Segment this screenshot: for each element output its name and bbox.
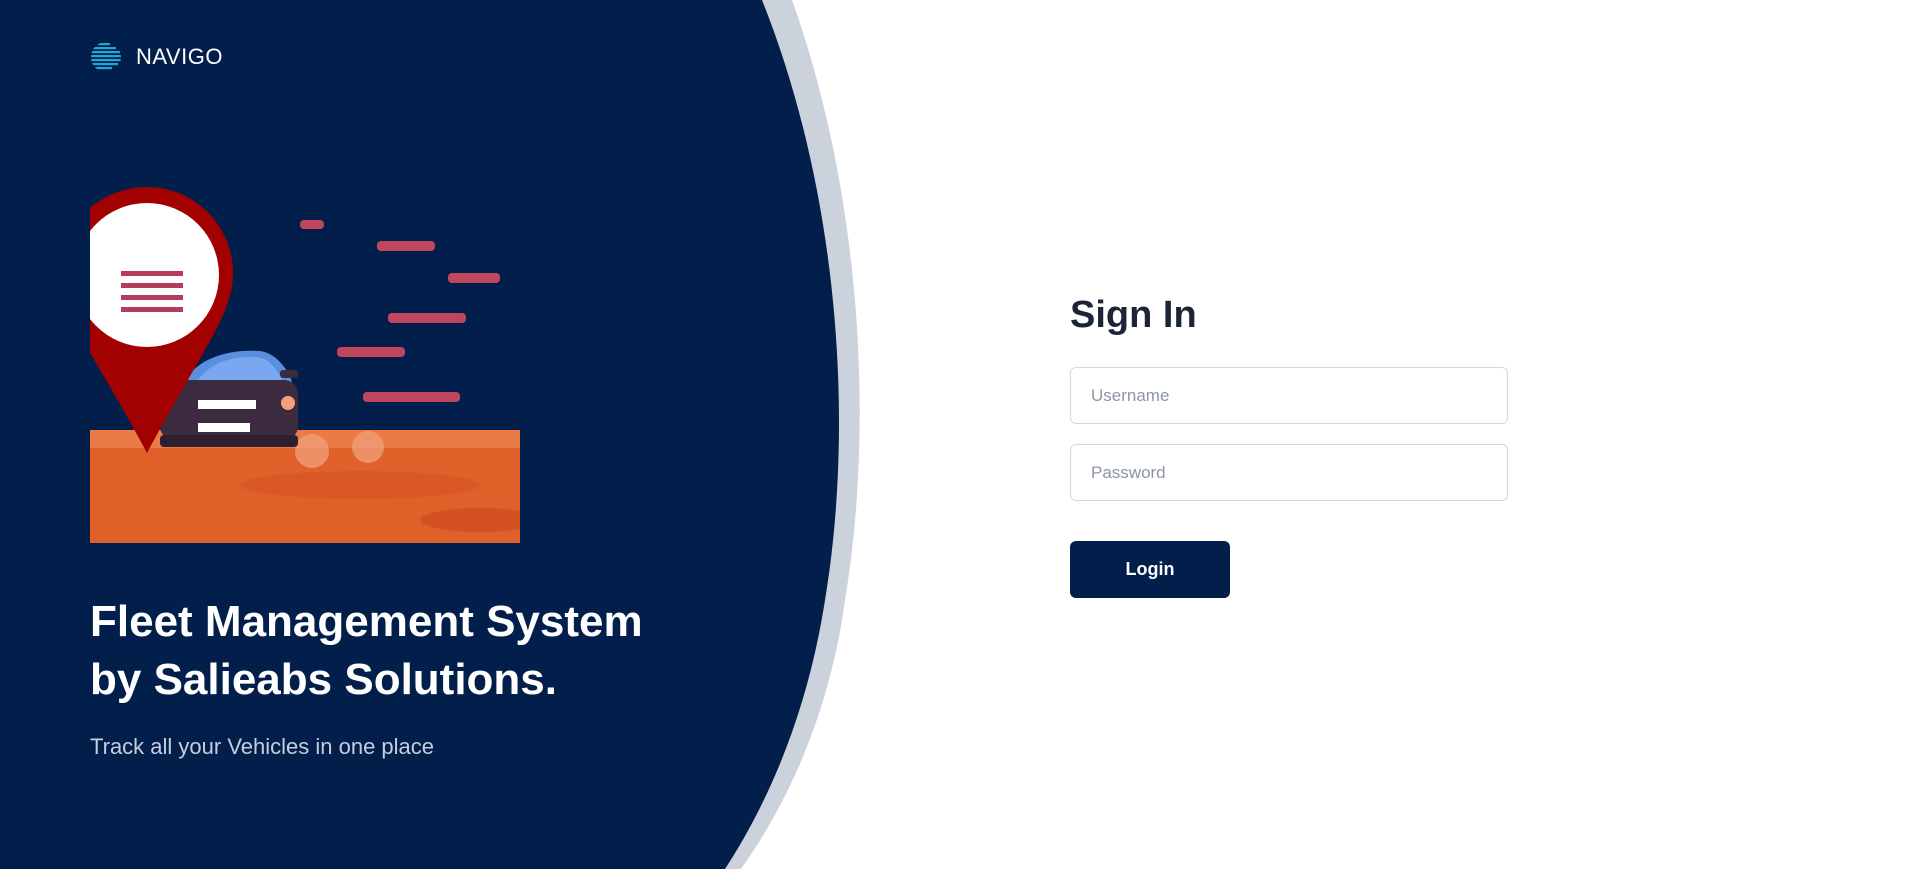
hero-title-line-1: Fleet Management System	[90, 597, 643, 646]
hero-title-line-2: by Salieabs Solutions.	[90, 655, 558, 704]
hero-title: Fleet Management System by Salieabs Solu…	[90, 593, 710, 709]
login-button[interactable]: Login	[1070, 541, 1230, 598]
globe-lines-icon	[91, 43, 121, 70]
login-page: NAVIGO Fleet Management System by Saliea…	[0, 0, 1920, 869]
map-pin-car-illustration	[90, 185, 520, 543]
username-input[interactable]	[1070, 367, 1508, 424]
signin-title: Sign In	[1070, 294, 1197, 336]
illustration-art	[90, 187, 520, 543]
signin-form: Sign In Login	[1070, 290, 1510, 598]
hero-subtitle: Track all your Vehicles in one place	[90, 734, 435, 759]
password-input[interactable]	[1070, 444, 1508, 501]
brand-name: NAVIGO	[136, 44, 223, 69]
brand[interactable]: NAVIGO	[90, 40, 223, 74]
speed-lines	[300, 220, 500, 402]
